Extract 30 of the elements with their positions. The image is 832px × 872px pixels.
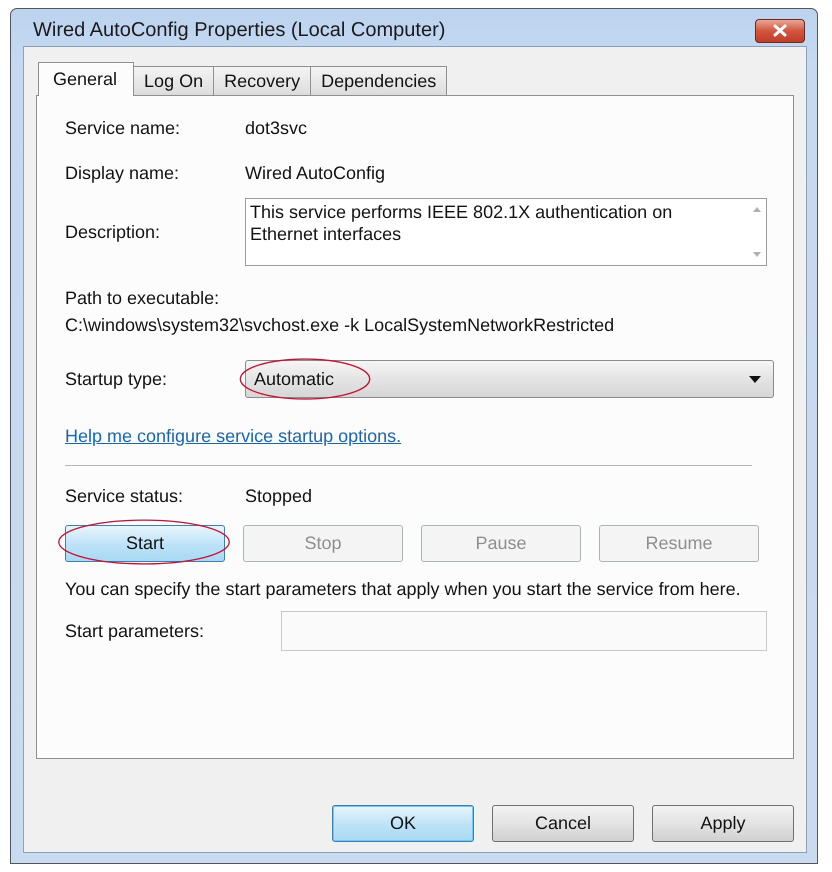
dropdown-value: Automatic — [254, 368, 334, 390]
field-label: Start parameters: — [65, 620, 206, 642]
description-text: This service performs IEEE 802.1X authentication on Ethernet interfaces — [249, 201, 674, 246]
dialog-button[interactable]: OK — [332, 805, 474, 842]
tab[interactable]: Dependencies — [310, 66, 448, 95]
field-label: Description: — [65, 222, 162, 242]
field-label: Service name: — [65, 118, 182, 139]
dropdown-arrow-icon — [749, 376, 761, 382]
display-name-value: Wired AutoConfig — [245, 163, 386, 184]
dialog-button[interactable]: Apply — [652, 805, 794, 842]
tab[interactable]: Log On — [133, 66, 214, 95]
close-icon — [772, 24, 788, 37]
service-status-value: Stopped — [245, 486, 312, 507]
dialog-button[interactable]: Cancel — [492, 805, 634, 842]
tab[interactable]: General — [38, 62, 134, 96]
tab[interactable]: Recovery — [213, 66, 312, 95]
hint-text: You can specify the start parameters that apply when you start the service from here. — [65, 578, 742, 601]
startup-type-dropdown[interactable]: Automatic — [245, 360, 774, 398]
field-label: Path to executable: — [65, 288, 220, 309]
service-button[interactable]: Start — [65, 525, 225, 562]
window-title: Wired AutoConfig Properties (Local Computer) — [33, 19, 446, 42]
service-name-value: dot3svc — [245, 118, 308, 139]
field-label: Service status: — [65, 486, 184, 507]
close-button[interactable] — [755, 18, 805, 42]
scroll-up-icon[interactable] — [753, 207, 761, 212]
path-value: C:\windows\system32\svchost.exe -k LocalSystemNetworkRestricted — [65, 315, 614, 336]
field-label: Display name: — [65, 163, 180, 184]
scroll-down-icon[interactable] — [753, 252, 761, 257]
field-label: Startup type: — [65, 368, 168, 390]
help-link[interactable]: Help me configure service startup options. — [65, 426, 402, 446]
